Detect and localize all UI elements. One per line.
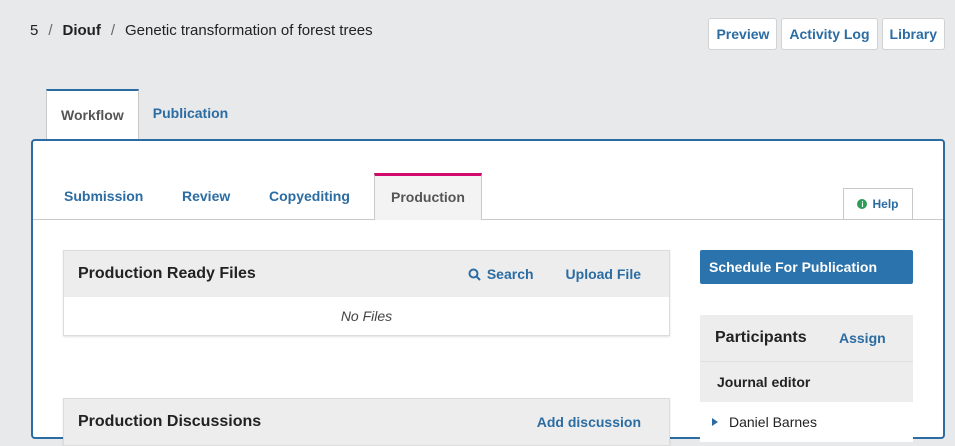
grid-title: Production Discussions	[78, 413, 262, 430]
empty-message: No Files	[340, 308, 393, 324]
tab-publication[interactable]: Publication	[139, 89, 242, 139]
tab-production[interactable]: Production	[374, 173, 482, 220]
participant-item[interactable]: Daniel Barnes	[700, 402, 913, 442]
preview-button[interactable]: Preview	[708, 18, 778, 50]
participants-panel: Participants Assign Journal editor Danie…	[700, 315, 913, 442]
breadcrumb-author: Diouf	[62, 22, 101, 39]
participant-name: Daniel Barnes	[729, 414, 817, 430]
workflow-panel: Submission Review Copyediting Production…	[31, 139, 945, 446]
help-button[interactable]: i Help	[843, 188, 913, 219]
tab-review[interactable]: Review	[182, 173, 230, 219]
info-icon: i	[857, 199, 868, 209]
tab-workflow[interactable]: Workflow	[46, 89, 139, 141]
library-button[interactable]: Library	[881, 18, 945, 50]
search-button[interactable]: Search	[468, 266, 534, 282]
tab-copyediting[interactable]: Copyediting	[269, 173, 350, 219]
activity-log-button[interactable]: Activity Log	[781, 18, 878, 50]
participants-title: Participants	[715, 329, 807, 346]
breadcrumb-separator: /	[110, 22, 116, 39]
breadcrumb-title: Genetic transformation of forest trees	[125, 22, 373, 39]
top-actions: Preview Activity Log Library	[708, 18, 945, 50]
expand-triangle-icon[interactable]	[712, 418, 718, 426]
participants-header: Participants Assign	[700, 315, 913, 361]
stage-tabs: Submission Review Copyediting Production…	[33, 173, 943, 220]
upload-file-button[interactable]: Upload File	[566, 266, 641, 282]
grid-title: Production Ready Files	[78, 265, 256, 282]
search-label: Search	[486, 266, 534, 282]
breadcrumb-separator: /	[48, 22, 53, 39]
search-icon	[468, 268, 481, 281]
schedule-for-publication-button[interactable]: Schedule For Publication	[700, 250, 913, 284]
help-label: Help	[872, 197, 899, 211]
grid-header: Production Ready Files Search Upload Fil…	[64, 251, 669, 297]
breadcrumb: 5 / Diouf / Genetic transformation of fo…	[30, 22, 373, 39]
grid-header: Production Discussions Add discussion	[64, 399, 669, 445]
production-discussions-grid: Production Discussions Add discussion	[63, 398, 670, 446]
production-ready-files-grid: Production Ready Files Search Upload Fil…	[63, 250, 670, 336]
tab-submission[interactable]: Submission	[64, 173, 143, 219]
breadcrumb-id[interactable]: 5	[30, 22, 38, 39]
page-tabs: Workflow Publication	[46, 89, 242, 141]
role-heading: Journal editor	[700, 361, 913, 402]
assign-button[interactable]: Assign	[839, 330, 886, 346]
